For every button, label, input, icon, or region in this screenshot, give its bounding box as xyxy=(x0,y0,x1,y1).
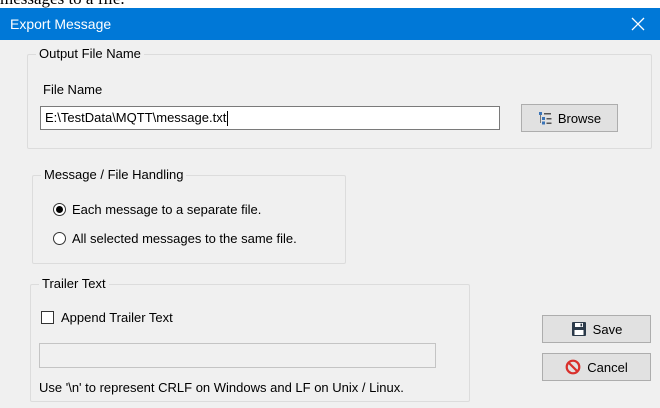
save-label: Save xyxy=(592,321,623,337)
browse-label: Browse xyxy=(557,110,602,126)
title-bar: Export Message xyxy=(0,8,660,40)
output-file-group-label: Output File Name xyxy=(36,46,144,61)
output-file-group: Output File Name xyxy=(27,46,652,149)
text-caret xyxy=(227,111,229,127)
same-file-label[interactable]: All selected messages to the same file. xyxy=(72,231,297,246)
background-text: messages to a file. xyxy=(0,0,125,8)
separate-file-radio[interactable] xyxy=(53,203,66,216)
cancel-button[interactable]: Cancel xyxy=(542,353,651,381)
floppy-disk-icon xyxy=(571,321,587,337)
append-trailer-label[interactable]: Append Trailer Text xyxy=(61,310,173,325)
close-icon xyxy=(631,17,645,31)
browse-button[interactable]: Browse xyxy=(521,104,618,132)
dialog-title: Export Message xyxy=(10,16,112,32)
no-entry-icon xyxy=(565,359,581,375)
separate-file-label[interactable]: Each message to a separate file. xyxy=(72,202,261,217)
file-name-value: E:\TestData\MQTT\message.txt xyxy=(45,110,227,125)
same-file-radio[interactable] xyxy=(53,232,66,245)
cancel-label: Cancel xyxy=(587,359,628,375)
trailer-hint: Use '\n' to represent CRLF on Windows an… xyxy=(39,380,404,395)
trailer-text-group-label: Trailer Text xyxy=(39,276,109,291)
tree-list-icon xyxy=(538,111,552,125)
append-trailer-checkbox[interactable] xyxy=(41,311,54,324)
save-button[interactable]: Save xyxy=(542,315,651,343)
export-message-dialog: Export Message Output File Name File Nam… xyxy=(0,8,660,408)
message-handling-group: Message / File Handling xyxy=(32,167,346,264)
file-name-label: File Name xyxy=(43,82,103,97)
trailer-text-input[interactable] xyxy=(39,343,436,368)
close-button[interactable] xyxy=(616,8,660,40)
message-handling-group-label: Message / File Handling xyxy=(41,167,187,182)
background-text-strip: messages to a file. xyxy=(0,0,660,8)
file-name-input[interactable]: E:\TestData\MQTT\message.txt xyxy=(40,106,500,130)
